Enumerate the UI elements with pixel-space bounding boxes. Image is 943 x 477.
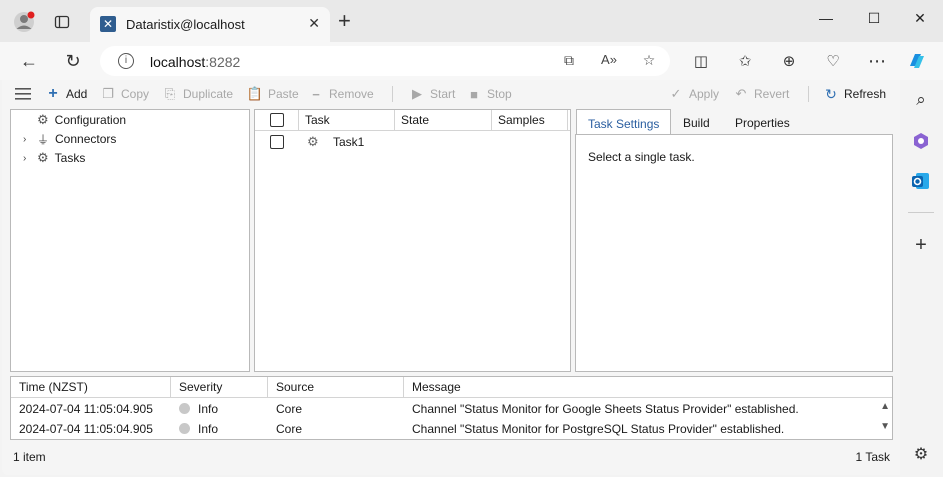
- browser-essentials-icon[interactable]: ♡: [822, 50, 844, 72]
- plug-icon: ⏚: [37, 132, 50, 147]
- maximize-icon[interactable]: ☐: [864, 10, 884, 30]
- tree-item-connectors[interactable]: › ⏚ Connectors: [23, 130, 116, 148]
- column-header-severity[interactable]: Severity: [171, 377, 268, 397]
- checkmark-icon: ✓: [670, 86, 682, 101]
- expand-chevron-icon[interactable]: ›: [23, 134, 31, 145]
- paste-icon: 📋: [246, 86, 264, 101]
- start-button[interactable]: ▶ Start: [410, 85, 455, 103]
- column-header-time[interactable]: Time (NZST): [11, 377, 171, 397]
- close-window-icon[interactable]: ✕: [910, 10, 930, 30]
- toolbar-separator: [808, 86, 809, 102]
- split-screen-icon[interactable]: ◫: [690, 50, 712, 72]
- revert-button[interactable]: ↶ Revert: [734, 85, 790, 103]
- expand-chevron-icon[interactable]: ›: [23, 153, 31, 164]
- column-header-source[interactable]: Source: [268, 377, 404, 397]
- log-row[interactable]: 2024-07-04 11:05:04.905 Info Core Channe…: [11, 419, 876, 439]
- minus-icon: −: [312, 86, 320, 102]
- dataristix-favicon-icon: ✕: [100, 16, 116, 32]
- column-header-state[interactable]: State: [395, 110, 492, 131]
- duplicate-icon: ⎘: [164, 86, 176, 101]
- table-row[interactable]: ⚙ Task1: [255, 132, 570, 152]
- search-icon[interactable]: ⌕: [910, 90, 932, 112]
- reload-icon[interactable]: ↻: [62, 50, 84, 72]
- sidebar-settings-icon[interactable]: ⚙: [910, 444, 932, 466]
- task-grid-header: Task State Samples: [255, 110, 570, 131]
- refresh-button[interactable]: ↻ Refresh: [824, 85, 886, 103]
- severity-info-icon: [179, 403, 190, 414]
- back-icon[interactable]: ←: [18, 50, 40, 72]
- browser-navbar: ← ↻ i localhost:8282 ⧉ A» ☆ ◫ ✩ ⊕ ♡ ⋯: [0, 42, 943, 80]
- tree-item-tasks[interactable]: › ⚙ Tasks: [23, 149, 85, 167]
- minimize-icon[interactable]: —: [816, 10, 836, 30]
- new-tab-icon[interactable]: +: [338, 10, 351, 32]
- tab-task-settings[interactable]: Task Settings: [576, 109, 672, 135]
- open-in-app-icon[interactable]: ⧉: [560, 52, 578, 70]
- tree-item-configuration[interactable]: ⚙ Configuration: [23, 111, 126, 129]
- status-bar: 1 item 1 Task: [2, 445, 900, 473]
- undo-icon: ↶: [735, 86, 747, 101]
- column-header-samples[interactable]: Samples: [492, 110, 568, 131]
- browser-titlebar: ✕ Dataristix@localhost ✕ + — ☐ ✕: [0, 0, 943, 42]
- address-bar[interactable]: i localhost:8282 ⧉ A» ☆: [100, 46, 670, 76]
- select-all-checkbox[interactable]: [270, 113, 284, 127]
- url-text[interactable]: localhost:8282: [150, 54, 240, 70]
- row-checkbox[interactable]: [270, 135, 284, 149]
- task-gears-icon: ⚙: [307, 134, 319, 149]
- favorites-icon[interactable]: ✩: [734, 50, 756, 72]
- task-name: Task1: [333, 135, 365, 149]
- remove-button[interactable]: − Remove: [309, 85, 373, 103]
- app-area: + Add ❐ Copy ⎘ Duplicate 📋 Paste − Remov…: [2, 80, 900, 475]
- copy-button[interactable]: ❐ Copy: [101, 85, 149, 103]
- apply-button[interactable]: ✓ Apply: [669, 85, 719, 103]
- copy-icon: ❐: [102, 86, 114, 101]
- detail-tabs: Task Settings Build Properties: [576, 109, 893, 135]
- tab-build[interactable]: Build: [672, 109, 721, 135]
- site-info-icon[interactable]: i: [118, 53, 134, 69]
- paste-button[interactable]: 📋 Paste: [246, 85, 299, 103]
- detail-message: Select a single task.: [588, 150, 695, 164]
- toolbar-separator: [392, 86, 393, 102]
- profile-avatar-icon[interactable]: [12, 10, 36, 34]
- severity-info-icon: [179, 423, 190, 434]
- event-log: Time (NZST) Severity Source Message 2024…: [10, 376, 893, 440]
- favorite-star-icon[interactable]: ☆: [640, 52, 658, 70]
- stop-icon: ■: [470, 86, 478, 102]
- app-toolbar: + Add ❐ Copy ⎘ Duplicate 📋 Paste − Remov…: [2, 80, 900, 108]
- tab-properties[interactable]: Properties: [724, 109, 801, 135]
- sidebar-divider: [908, 212, 934, 213]
- read-aloud-icon[interactable]: A»: [600, 52, 618, 70]
- scroll-down-icon[interactable]: ▼: [880, 421, 890, 432]
- stop-button[interactable]: ■ Stop: [467, 85, 512, 103]
- log-row[interactable]: 2024-07-04 11:05:04.905 Info Core Channe…: [11, 399, 876, 419]
- add-sidebar-app-icon[interactable]: +: [910, 234, 932, 256]
- plus-icon: +: [48, 85, 58, 102]
- gear-icon: ⚙: [37, 112, 49, 127]
- scroll-up-icon[interactable]: ▲: [880, 401, 890, 412]
- navigation-tree: ⚙ Configuration › ⏚ Connectors › ⚙ Tasks: [10, 109, 250, 372]
- tab-actions-icon[interactable]: [50, 10, 74, 34]
- column-header-task[interactable]: Task: [299, 110, 395, 131]
- outlook-icon[interactable]: [910, 170, 932, 192]
- browser-sidebar: ⌕ + ⚙: [900, 80, 943, 477]
- browser-tab-active[interactable]: ✕ Dataristix@localhost ✕: [90, 7, 330, 42]
- copilot-sidebar-icon[interactable]: [910, 130, 932, 152]
- collections-icon[interactable]: ⊕: [778, 50, 800, 72]
- copilot-icon[interactable]: [906, 50, 928, 72]
- more-options-icon[interactable]: ⋯: [866, 50, 888, 72]
- refresh-icon: ↻: [825, 85, 837, 102]
- duplicate-button[interactable]: ⎘ Duplicate: [163, 85, 233, 103]
- play-icon: ▶: [412, 86, 422, 101]
- menu-hamburger-icon[interactable]: [15, 85, 31, 103]
- task-grid: Task State Samples ⚙ Task1: [254, 109, 571, 372]
- tab-close-icon[interactable]: ✕: [308, 15, 320, 32]
- tab-title: Dataristix@localhost: [126, 17, 245, 32]
- gears-icon: ⚙: [37, 150, 49, 165]
- detail-panel: Select a single task.: [575, 134, 893, 372]
- column-header-message[interactable]: Message: [404, 377, 874, 397]
- status-task-count: 1 Task: [855, 450, 890, 464]
- add-button[interactable]: + Add: [46, 85, 87, 103]
- log-header: Time (NZST) Severity Source Message: [11, 377, 892, 398]
- status-item-count: 1 item: [13, 450, 46, 464]
